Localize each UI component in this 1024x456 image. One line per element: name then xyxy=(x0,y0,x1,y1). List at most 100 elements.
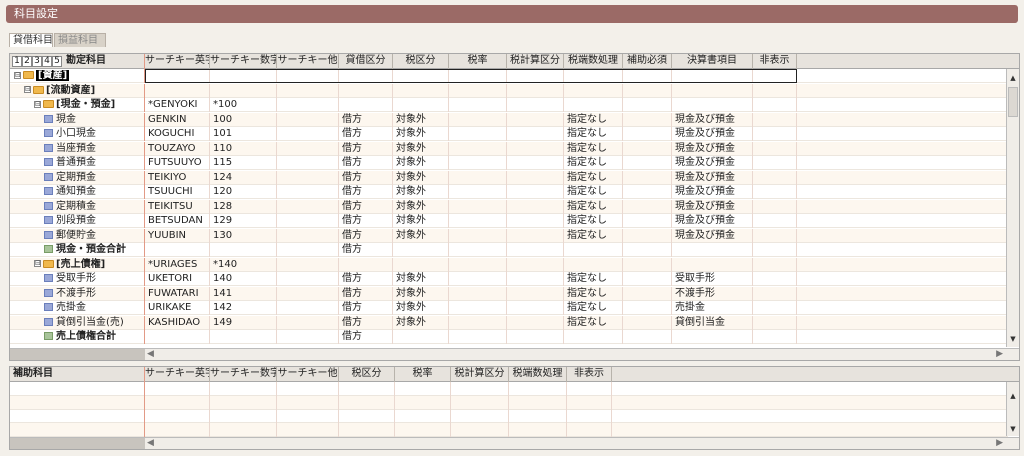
grid-cell[interactable] xyxy=(753,185,797,199)
sub-grid-cell[interactable] xyxy=(145,395,210,410)
grid-cell[interactable] xyxy=(277,98,339,112)
sub-table-row[interactable] xyxy=(10,409,1008,423)
account-name-cell[interactable]: 受取手形 xyxy=(10,272,145,286)
account-name-cell[interactable]: 別段預金 xyxy=(10,214,145,228)
grid-cell[interactable] xyxy=(393,257,449,272)
grid-cell[interactable] xyxy=(507,301,564,315)
grid-cell[interactable] xyxy=(507,214,564,228)
grid-cell[interactable] xyxy=(672,243,753,257)
table-row[interactable]: 定期積金 TEIKITSU 128 借方 対象外 指定なし 現金及び預金 xyxy=(10,199,1008,214)
tab-profit-loss-accounts[interactable]: 損益科目 xyxy=(54,33,106,47)
sub-grid-cell[interactable] xyxy=(145,422,210,437)
grid-cell[interactable]: 指定なし xyxy=(564,112,623,127)
grid-cell[interactable] xyxy=(623,243,672,257)
sub-grid-cell[interactable] xyxy=(395,409,451,423)
grid-cell[interactable] xyxy=(339,83,393,98)
grid-cell[interactable]: 130 xyxy=(210,228,277,243)
grid-cell[interactable] xyxy=(277,156,339,170)
grid-cell[interactable]: 借方 xyxy=(339,315,393,330)
grid-cell[interactable]: 借方 xyxy=(339,170,393,185)
table-row[interactable]: 現金・預金合計 借方 xyxy=(10,243,1008,257)
grid-cell[interactable]: 借方 xyxy=(339,243,393,257)
table-row[interactable]: 貸倒引当金(売) KASHIDAO 149 借方 対象外 指定なし 貸倒引当金 xyxy=(10,315,1008,330)
grid-cell[interactable]: TSUUCHI xyxy=(145,185,210,199)
grid-cell[interactable]: 110 xyxy=(210,141,277,156)
column-header-account[interactable]: 勘定科目 xyxy=(66,54,106,68)
sub-grid-cell[interactable] xyxy=(10,422,145,437)
grid-cell[interactable]: 指定なし xyxy=(564,185,623,199)
grid-cell[interactable]: 129 xyxy=(210,214,277,228)
grid-cell[interactable] xyxy=(623,127,672,141)
sub-table-row[interactable] xyxy=(10,395,1008,410)
sub-grid-cell[interactable] xyxy=(339,382,395,396)
grid-cell[interactable] xyxy=(507,112,564,127)
grid-cell[interactable]: 借方 xyxy=(339,301,393,315)
grid-cell[interactable] xyxy=(564,98,623,112)
sub-grid-cell[interactable] xyxy=(339,409,395,423)
grid-cell[interactable] xyxy=(753,156,797,170)
grid-cell[interactable]: 現金及び預金 xyxy=(672,199,753,214)
sub-column-header-tax-calc[interactable]: 税計算区分 xyxy=(451,367,509,382)
grid-cell[interactable]: 売掛金 xyxy=(672,301,753,315)
grid-cell[interactable]: 対象外 xyxy=(393,301,449,315)
table-row[interactable]: ⊟ [売上債権] *URIAGES *140 xyxy=(10,257,1008,272)
grid-cell[interactable]: 142 xyxy=(210,301,277,315)
grid-cell[interactable] xyxy=(564,243,623,257)
grid-cell[interactable] xyxy=(507,199,564,214)
grid-cell[interactable] xyxy=(564,330,623,344)
grid-cell[interactable] xyxy=(277,228,339,243)
sub-grid-cell[interactable] xyxy=(567,422,612,437)
grid-cell[interactable] xyxy=(564,83,623,98)
grid-cell[interactable] xyxy=(623,228,672,243)
grid-cell[interactable] xyxy=(277,272,339,286)
sub-column-header-search-numeric[interactable]: サーチキー数字 xyxy=(210,367,277,382)
grid-cell[interactable]: KASHIDAO xyxy=(145,315,210,330)
grid-cell[interactable]: 100 xyxy=(210,112,277,127)
grid-cell[interactable]: 指定なし xyxy=(564,156,623,170)
grid-cell[interactable]: TEIKIYO xyxy=(145,170,210,185)
grid-cell[interactable]: 指定なし xyxy=(564,272,623,286)
grid-cell[interactable]: 対象外 xyxy=(393,156,449,170)
grid-cell[interactable]: 120 xyxy=(210,185,277,199)
sub-grid-cell[interactable] xyxy=(451,382,509,396)
grid-cell[interactable] xyxy=(564,257,623,272)
grid-cell[interactable] xyxy=(210,83,277,98)
grid-cell[interactable] xyxy=(449,330,507,344)
scroll-right-icon[interactable]: ▶ xyxy=(996,349,1003,360)
grid-cell[interactable]: *URIAGES xyxy=(145,257,210,272)
account-name-cell[interactable]: ⊟ [資産] xyxy=(10,69,145,83)
grid-cell[interactable] xyxy=(753,127,797,141)
grid-cell[interactable] xyxy=(449,286,507,301)
sub-grid-cell[interactable] xyxy=(509,382,567,396)
grid-cell[interactable] xyxy=(449,185,507,199)
grid-cell[interactable] xyxy=(277,185,339,199)
grid-cell[interactable] xyxy=(145,330,210,344)
account-name-cell[interactable]: 小口現金 xyxy=(10,127,145,141)
grid-cell[interactable] xyxy=(507,272,564,286)
account-name-cell[interactable]: 通知預金 xyxy=(10,185,145,199)
grid-cell[interactable] xyxy=(623,83,672,98)
sub-scroll-down-icon[interactable]: ▼ xyxy=(1007,423,1019,435)
grid-cell[interactable] xyxy=(753,199,797,214)
account-name-cell[interactable]: 不渡手形 xyxy=(10,286,145,301)
sub-grid-cell[interactable] xyxy=(451,409,509,423)
grid-cell[interactable] xyxy=(507,228,564,243)
sub-scroll-left-icon[interactable]: ◀ xyxy=(147,438,154,449)
sub-grid-cell[interactable] xyxy=(145,409,210,423)
grid-cell[interactable]: 対象外 xyxy=(393,127,449,141)
grid-cell[interactable]: 借方 xyxy=(339,156,393,170)
grid-cell[interactable] xyxy=(507,315,564,330)
grid-cell[interactable] xyxy=(449,127,507,141)
grid-cell[interactable]: 指定なし xyxy=(564,199,623,214)
grid-cell[interactable] xyxy=(623,98,672,112)
grid-cell[interactable] xyxy=(449,156,507,170)
table-row[interactable]: 小口現金 KOGUCHI 101 借方 対象外 指定なし 現金及び預金 xyxy=(10,127,1008,141)
table-row[interactable]: 当座預金 TOUZAYO 110 借方 対象外 指定なし 現金及び預金 xyxy=(10,141,1008,156)
level-2-button[interactable]: 2 xyxy=(22,56,32,67)
table-row[interactable]: 郵便貯金 YUUBIN 130 借方 対象外 指定なし 現金及び預金 xyxy=(10,228,1008,243)
grid-cell[interactable] xyxy=(507,170,564,185)
grid-cell[interactable]: 現金及び預金 xyxy=(672,156,753,170)
grid-cell[interactable]: FUTSUUYO xyxy=(145,156,210,170)
grid-cell[interactable] xyxy=(277,301,339,315)
grid-cell[interactable] xyxy=(277,257,339,272)
